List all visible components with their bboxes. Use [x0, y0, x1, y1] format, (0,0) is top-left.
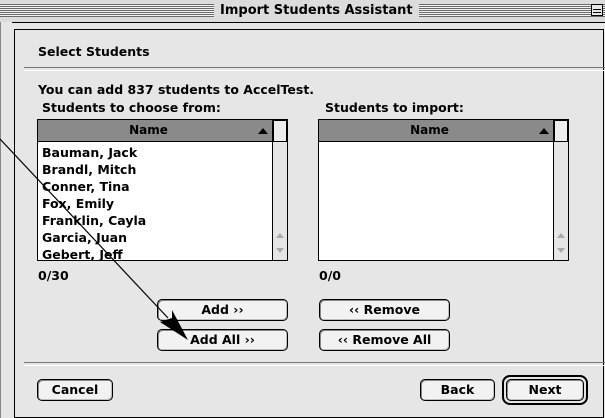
assistant-window: Import Students Assistant Select Student… — [0, 0, 605, 418]
annotation-overlay — [0, 138, 188, 340]
pointer-line — [0, 138, 169, 319]
